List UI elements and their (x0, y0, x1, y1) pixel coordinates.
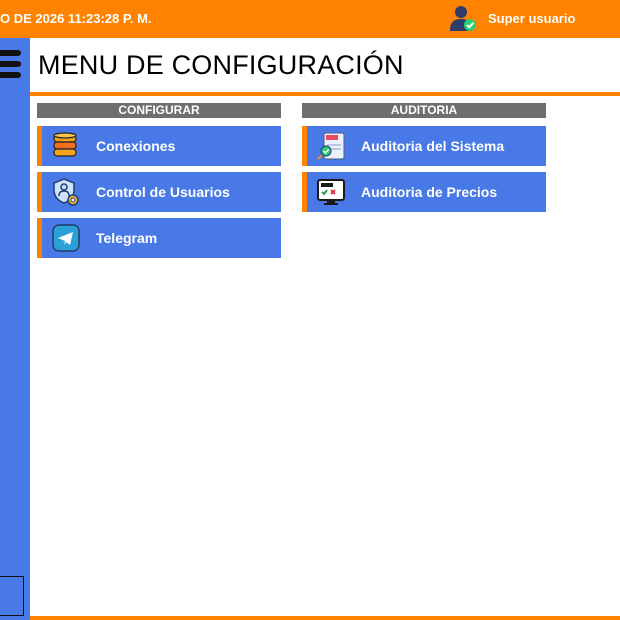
control-usuarios-button[interactable]: Control de Usuarios (37, 172, 281, 212)
auditoria-sistema-button[interactable]: Auditoria del Sistema (302, 126, 546, 166)
audit-document-icon (316, 131, 346, 161)
top-bar: O DE 2026 11:23:28 P. M. Super usuario (0, 0, 620, 38)
section-header-configurar: CONFIGURAR (37, 103, 281, 118)
section-header-auditoria: AUDITORIA (302, 103, 546, 118)
sidebar-footer-box (0, 576, 24, 616)
auditoria-precios-label: Auditoria de Precios (361, 184, 498, 200)
auditoria-precios-button[interactable]: Auditoria de Precios (302, 172, 546, 212)
conexiones-label: Conexiones (96, 138, 176, 154)
hamburger-icon[interactable] (0, 48, 22, 82)
datetime-text: O DE 2026 11:23:28 P. M. (0, 11, 152, 26)
bottom-divider (30, 616, 620, 620)
telegram-button[interactable]: Telegram (37, 218, 281, 258)
control-usuarios-label: Control de Usuarios (96, 184, 230, 200)
left-sidebar (0, 38, 30, 620)
username-label[interactable]: Super usuario (488, 11, 575, 26)
telegram-label: Telegram (96, 230, 158, 246)
user-shield-gear-icon (51, 177, 81, 207)
audit-monitor-icon (316, 177, 346, 207)
page-title: MENU DE CONFIGURACIÓN (38, 50, 404, 80)
title-divider (30, 92, 620, 96)
conexiones-button[interactable]: Conexiones (37, 126, 281, 166)
user-check-icon[interactable] (449, 4, 477, 32)
auditoria-sistema-label: Auditoria del Sistema (361, 138, 505, 154)
database-icon (51, 131, 81, 161)
telegram-icon (51, 223, 81, 253)
